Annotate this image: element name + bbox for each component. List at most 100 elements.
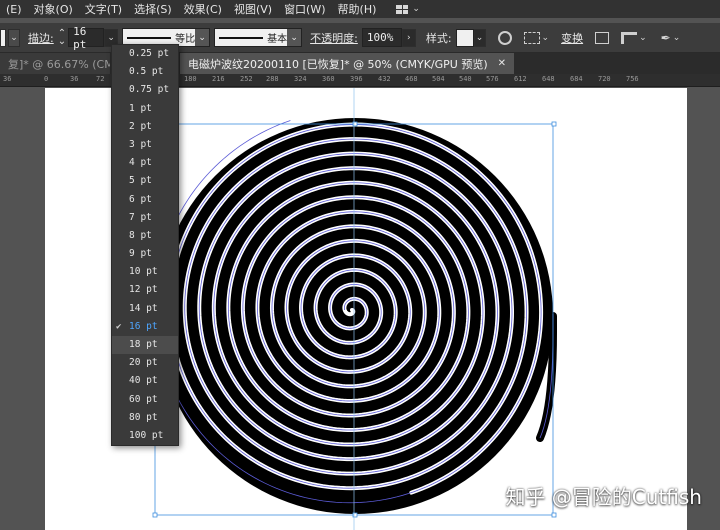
stroke-option[interactable]: 7 pt bbox=[112, 209, 178, 227]
stroke-option[interactable]: 80 pt bbox=[112, 409, 178, 427]
watermark: 知乎 @冒险的Cutfish bbox=[505, 485, 702, 509]
chevron-right-icon[interactable]: › bbox=[401, 28, 416, 47]
chevron-down-icon[interactable]: ⌄ bbox=[8, 28, 20, 47]
ruler-tick-label: 0 bbox=[44, 75, 49, 83]
chevron-down-icon[interactable]: ⌄ bbox=[542, 33, 550, 43]
arrange-icon[interactable] bbox=[621, 31, 638, 44]
menu-help[interactable]: 帮助(H) bbox=[332, 1, 383, 17]
ruler-tick-label: 216 bbox=[212, 75, 225, 83]
stroke-option[interactable]: 6 pt bbox=[112, 191, 178, 209]
tab-document-1-label: 复]* @ 66.67% (CMYK/G bbox=[8, 57, 110, 71]
ruler-tick-label: 288 bbox=[266, 75, 279, 83]
ruler-tick-label: 180 bbox=[184, 75, 197, 83]
bounding-box-handle[interactable] bbox=[352, 121, 358, 127]
ruler-tick-label: 612 bbox=[514, 75, 527, 83]
graphic-style-swatch[interactable] bbox=[455, 28, 474, 47]
stroke-option[interactable]: 3 pt bbox=[112, 136, 178, 154]
ruler-tick-label: 468 bbox=[405, 75, 418, 83]
stroke-weight-label[interactable]: 描边: bbox=[28, 30, 54, 46]
ruler-tick-label: 324 bbox=[294, 75, 307, 83]
bounding-box-handle[interactable] bbox=[551, 512, 557, 518]
chevron-down-icon[interactable]: ⌄ bbox=[639, 33, 647, 43]
checkmark-icon: ✔ bbox=[116, 321, 122, 332]
transform-link[interactable]: 变换 bbox=[561, 30, 583, 46]
stroke-option[interactable]: 9 pt bbox=[112, 245, 178, 263]
menu-select[interactable]: 选择(S) bbox=[128, 1, 178, 17]
stroke-option[interactable]: 1 pt bbox=[112, 100, 178, 118]
canvas-area[interactable]: 知乎 @冒险的Cutfish bbox=[0, 88, 720, 530]
opacity-value: 100% bbox=[366, 31, 394, 44]
ruler-tick-label: 648 bbox=[542, 75, 555, 83]
tab-document-1[interactable]: 复]* @ 66.67% (CMYK/G bbox=[0, 53, 110, 74]
bounding-box-handle[interactable] bbox=[152, 512, 158, 518]
stroke-option[interactable]: 100 pt bbox=[112, 427, 178, 445]
stroke-option[interactable]: 60 pt bbox=[112, 391, 178, 409]
ruler-tick-label: 36 bbox=[3, 75, 12, 83]
pen-tool-icon[interactable]: ✒ bbox=[661, 31, 671, 45]
document-tab-bar: 复]* @ 66.67% (CMYK/G 电磁炉波纹20200110 [已恢复]… bbox=[0, 53, 720, 74]
menu-effect[interactable]: 效果(C) bbox=[178, 1, 228, 17]
chevron-down-icon: ⌄ bbox=[195, 29, 210, 46]
stroke-option[interactable]: 20 pt bbox=[112, 354, 178, 372]
style-label: 样式: bbox=[425, 31, 452, 45]
ruler-tick-label: 360 bbox=[322, 75, 335, 83]
align-icon[interactable] bbox=[523, 31, 540, 44]
stroke-option[interactable]: 0.25 pt bbox=[112, 45, 178, 63]
workspace-switcher-icon[interactable]: ⌄ bbox=[396, 4, 420, 14]
profile-stroke-preview bbox=[127, 36, 172, 39]
ruler-tick-label: 756 bbox=[626, 75, 639, 83]
ruler-tick-label: 576 bbox=[486, 75, 499, 83]
profile-label: 等比 bbox=[175, 34, 196, 45]
stroke-option[interactable]: 0.75 pt bbox=[112, 81, 178, 99]
ruler-tick-label: 36 bbox=[70, 75, 79, 83]
ruler-tick-label: 720 bbox=[598, 75, 611, 83]
close-icon[interactable]: ✕ bbox=[498, 58, 506, 69]
chevron-down-icon[interactable]: ⌄ bbox=[673, 33, 681, 43]
stroke-option[interactable]: 2 pt bbox=[112, 118, 178, 136]
opacity-label[interactable]: 不透明度: bbox=[310, 30, 358, 46]
menu-edit[interactable]: (E) bbox=[0, 3, 28, 16]
bounding-box-handle[interactable] bbox=[352, 512, 358, 518]
spiral-outer-shape bbox=[157, 118, 553, 514]
ruler-tick-label: 504 bbox=[432, 75, 445, 83]
menu-type[interactable]: 文字(T) bbox=[79, 1, 128, 17]
stroke-weight-menu: 0.25 pt 0.5 pt 0.75 pt 1 pt 2 pt 3 pt 4 … bbox=[111, 44, 179, 446]
isolate-selected-icon[interactable] bbox=[595, 31, 610, 44]
stroke-option-hovered[interactable]: 18 pt bbox=[112, 336, 178, 355]
stroke-weight-value: 16 pt bbox=[73, 24, 87, 51]
horizontal-ruler[interactable]: 36 0 36 72 108 144 180 216 252 288 324 3… bbox=[0, 74, 720, 87]
bounding-box-handle[interactable] bbox=[551, 121, 557, 127]
ruler-tick-label: 252 bbox=[240, 75, 253, 83]
menu-object[interactable]: 对象(O) bbox=[28, 1, 79, 17]
control-bar: ⌄ 描边: ⌃ ⌄ 16 pt ⌄ 等比 ⌄ 基本 ⌄ 不透明度: 100% › … bbox=[0, 23, 720, 53]
brush-definition-dropdown[interactable]: 基本 ⌄ bbox=[214, 28, 303, 47]
stroke-weight-input[interactable]: 16 pt bbox=[68, 25, 105, 51]
artwork-layer bbox=[152, 88, 557, 530]
stroke-option[interactable]: 40 pt bbox=[112, 372, 178, 390]
chevron-down-icon: ⌄ bbox=[287, 29, 302, 46]
ruler-tick-label: 684 bbox=[570, 75, 583, 83]
stroke-option[interactable]: 0.5 pt bbox=[112, 63, 178, 81]
stepper-icon[interactable]: ⌃ ⌄ bbox=[58, 28, 66, 46]
opacity-input[interactable]: 100% bbox=[361, 28, 402, 47]
menu-bar: (E) 对象(O) 文字(T) 选择(S) 效果(C) 视图(V) 窗口(W) … bbox=[0, 0, 720, 18]
tab-document-2[interactable]: 电磁炉波纹20200110 [已恢复]* @ 50% (CMYK/GPU 预览)… bbox=[180, 53, 514, 74]
tab-document-2-label: 电磁炉波纹20200110 [已恢复]* @ 50% (CMYK/GPU 预览) bbox=[188, 57, 488, 71]
ruler-tick-label: 396 bbox=[350, 75, 363, 83]
brush-stroke-preview bbox=[219, 36, 264, 39]
stroke-option-selected[interactable]: ✔ 16 pt bbox=[112, 318, 178, 336]
menu-view[interactable]: 视图(V) bbox=[228, 1, 278, 17]
stroke-option[interactable]: 8 pt bbox=[112, 227, 178, 245]
brush-label: 基本 bbox=[267, 34, 288, 45]
stroke-option[interactable]: 14 pt bbox=[112, 300, 178, 318]
stroke-option[interactable]: 10 pt bbox=[112, 263, 178, 281]
ruler-tick-label: 72 bbox=[96, 75, 105, 83]
menu-window[interactable]: 窗口(W) bbox=[278, 1, 331, 17]
recolor-artwork-icon[interactable] bbox=[497, 30, 512, 45]
ruler-tick-label: 432 bbox=[378, 75, 391, 83]
chevron-down-icon[interactable]: ⌄ bbox=[473, 28, 486, 47]
fill-dropdown-chevron-icon[interactable] bbox=[0, 28, 6, 47]
stroke-option[interactable]: 4 pt bbox=[112, 154, 178, 172]
stroke-option[interactable]: 12 pt bbox=[112, 281, 178, 299]
stroke-option[interactable]: 5 pt bbox=[112, 172, 178, 190]
